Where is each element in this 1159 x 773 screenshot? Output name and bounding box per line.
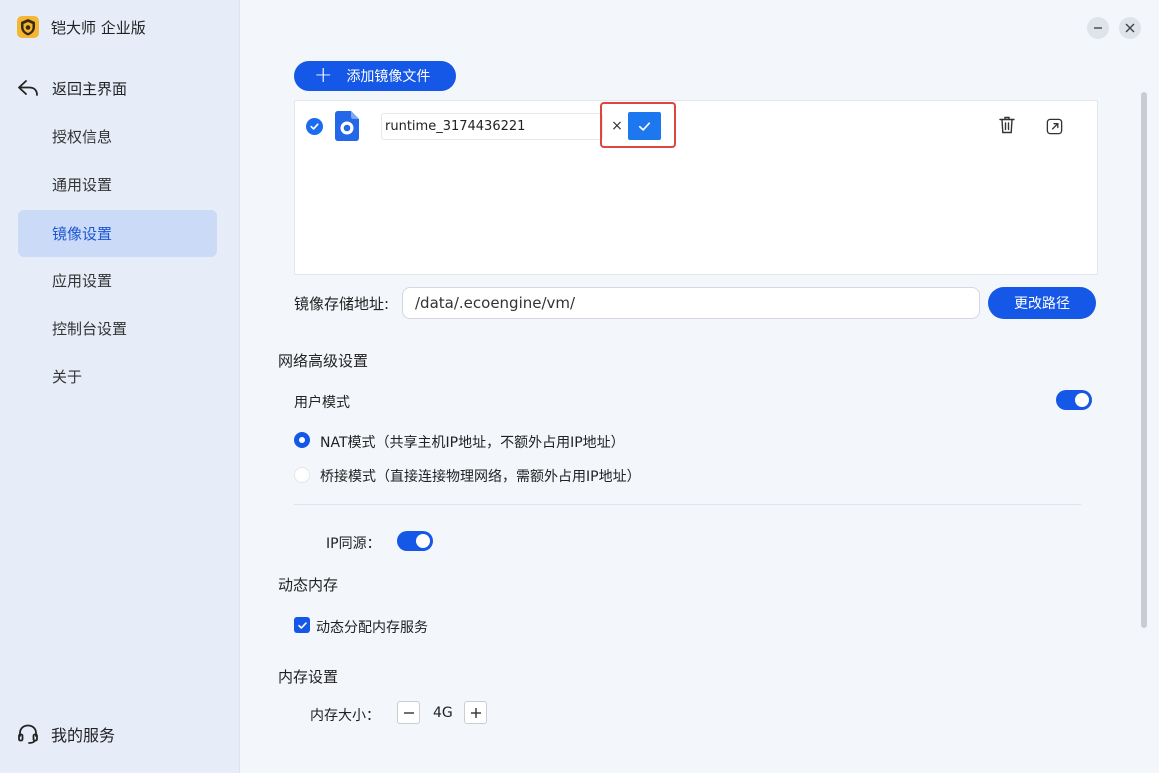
sidebar-item-image[interactable]: 镜像设置	[18, 210, 217, 257]
add-image-label: 添加镜像文件	[346, 69, 431, 85]
check-icon	[638, 121, 651, 131]
disk-image-file-icon	[335, 111, 359, 141]
export-icon[interactable]	[1045, 117, 1064, 136]
check-icon	[310, 123, 319, 130]
brand: 铠大师 企业版	[17, 16, 146, 38]
memory-section-title: 内存设置	[278, 668, 339, 686]
storage-path-input[interactable]	[402, 287, 980, 319]
bridge-mode-radio[interactable]	[294, 467, 310, 483]
image-list-panel: ×	[294, 100, 1098, 275]
back-to-main-button[interactable]: 返回主界面	[16, 76, 127, 100]
storage-path-label: 镜像存储地址:	[294, 295, 390, 313]
plus-icon	[470, 707, 481, 718]
memory-decrease-button[interactable]	[397, 701, 420, 724]
add-image-button[interactable]: + 添加镜像文件	[294, 61, 456, 91]
back-label: 返回主界面	[52, 79, 128, 98]
bridge-mode-label: 桥接模式（直接连接物理网络，需额外占用IP地址）	[320, 469, 641, 485]
divider	[294, 504, 1081, 505]
check-icon	[297, 621, 307, 629]
image-selected-check[interactable]	[306, 118, 323, 135]
image-name-input[interactable]	[381, 113, 603, 140]
sidebar-item-app[interactable]: 应用设置	[18, 257, 217, 304]
close-icon	[1125, 23, 1135, 33]
sidebar-item-console[interactable]: 控制台设置	[18, 305, 217, 352]
sidebar-item-about[interactable]: 关于	[18, 353, 217, 400]
change-path-button[interactable]: 更改路径	[988, 287, 1096, 319]
network-section-title: 网络高级设置	[278, 352, 369, 370]
memory-increase-button[interactable]	[464, 701, 487, 724]
back-arrow-icon	[18, 80, 38, 96]
trash-icon[interactable]	[997, 115, 1017, 135]
headset-icon	[18, 724, 38, 744]
minimize-icon	[1094, 27, 1102, 29]
main-panel: + 添加镜像文件 × 镜像存储地址:	[241, 0, 1159, 773]
my-service-label: 我的服务	[51, 726, 116, 745]
app-logo-icon	[17, 16, 39, 38]
sidebar: 铠大师 企业版 返回主界面 授权信息 通用设置 镜像设置 应用设置 控制台设置 …	[0, 0, 240, 773]
memory-size-label: 内存大小：	[310, 708, 380, 724]
memory-size-value: 4G	[433, 705, 453, 721]
my-service-button[interactable]: 我的服务	[16, 722, 115, 746]
user-mode-toggle[interactable]	[1056, 390, 1092, 410]
minimize-button[interactable]	[1087, 17, 1109, 39]
user-mode-label: 用户模式	[294, 395, 350, 411]
ip-same-source-label: IP同源：	[326, 536, 381, 552]
nat-mode-radio[interactable]	[294, 432, 310, 448]
nat-mode-label: NAT模式（共享主机IP地址，不额外占用IP地址）	[320, 435, 625, 451]
dynamic-memory-label: 动态分配内存服务	[316, 620, 428, 636]
scrollbar[interactable]	[1141, 92, 1147, 628]
sidebar-item-general[interactable]: 通用设置	[18, 161, 217, 208]
dynamic-memory-title: 动态内存	[278, 576, 339, 594]
cancel-rename-button[interactable]: ×	[611, 118, 623, 134]
sidebar-item-license[interactable]: 授权信息	[18, 113, 217, 160]
close-button[interactable]	[1119, 17, 1141, 39]
dynamic-memory-checkbox[interactable]	[294, 617, 310, 633]
plus-icon: +	[314, 63, 333, 88]
confirm-rename-button[interactable]	[628, 112, 661, 140]
minus-icon	[403, 711, 414, 714]
ip-same-source-toggle[interactable]	[397, 531, 433, 551]
app-name: 铠大师 企业版	[51, 18, 146, 37]
